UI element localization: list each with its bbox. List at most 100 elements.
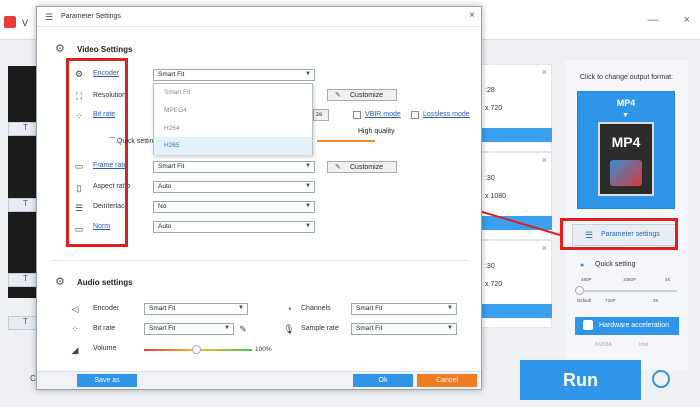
app-title-initial: V [22, 18, 29, 28]
speaker-icon: ◁ [71, 304, 79, 314]
microphone-icon: 🎙 [283, 324, 295, 334]
volume-label: Volume [93, 345, 117, 352]
run-button[interactable]: Run [520, 360, 641, 400]
intel-option[interactable]: Intel [639, 342, 648, 348]
card-duration: :28 [485, 87, 495, 94]
mp4-format-icon: MP4 [598, 122, 654, 196]
chevron-down-icon: ▼ [622, 112, 629, 119]
remove-card-icon[interactable]: × [542, 155, 547, 165]
alarm-clock-icon[interactable] [652, 370, 670, 388]
quick-setting-label: Quick setting [595, 261, 636, 268]
deinterlace-select[interactable]: No ▼ [153, 201, 315, 213]
card-duration: :30 [485, 175, 495, 182]
hardware-acceleration-label: Hardware acceleration [599, 322, 670, 329]
sample-rate-label: Sample rate [301, 325, 339, 332]
pencil-icon[interactable]: ✎ [237, 324, 249, 335]
output-format-title: Click to change output format: [580, 74, 673, 81]
subtitle-label[interactable]: T [8, 198, 38, 212]
format-name: MP4 [616, 98, 636, 108]
video-settings-icon: ⚙ [55, 43, 65, 55]
encoder-dropdown: Smart Fit MPEG4 H264 H265 [153, 83, 313, 155]
quick-setting-icon: ● [580, 262, 585, 269]
audio-bitrate-select[interactable]: Smart Fit ▼ [144, 323, 234, 335]
format-icon-label: MP4 [611, 134, 641, 150]
card-resolution: x 720 [485, 281, 503, 288]
resolution-select-partial[interactable]: ze [313, 109, 329, 121]
high-quality-label: High quality [358, 128, 395, 135]
dropdown-option[interactable]: MPEG4 [154, 102, 312, 120]
pencil-icon: ✎ [335, 92, 341, 99]
cancel-button[interactable]: Cancel [417, 374, 477, 387]
volume-handle[interactable] [192, 345, 201, 354]
highlight-box [560, 218, 678, 250]
close-window-button[interactable]: × [684, 14, 690, 26]
output-format-selector[interactable]: MP4 ▼ MP4 [577, 91, 675, 209]
norm-select[interactable]: Auto ▼ [153, 221, 315, 233]
window-controls: — × [626, 14, 691, 26]
hardware-acceleration-button[interactable]: Hardware acceleration [575, 317, 679, 335]
audio-encoder-select[interactable]: Smart Fit ▼ [144, 303, 248, 315]
chevron-down-icon: ▼ [305, 223, 311, 229]
remove-card-icon[interactable]: × [542, 243, 547, 253]
quick-setting-text: Quick setting [117, 138, 158, 145]
dropdown-option-selected[interactable]: H265 [154, 137, 312, 155]
encoder-select[interactable]: Smart Fit ▼ [153, 69, 315, 81]
card-progress-bar [478, 128, 552, 142]
customize-button[interactable]: ✎ Customize [327, 89, 397, 101]
audio-settings-icon: ⚙ [55, 276, 65, 288]
chevron-down-icon: ▼ [305, 203, 311, 209]
chevron-down-icon: ▼ [305, 163, 311, 169]
footer-char: C [30, 374, 36, 383]
customize-button[interactable]: ✎ Customize [327, 161, 397, 173]
close-icon[interactable]: × [469, 10, 475, 21]
aspect-ratio-select[interactable]: Auto ▼ [153, 181, 315, 193]
card-progress-bar [478, 304, 552, 318]
frame-rate-select[interactable]: Smart Fit ▼ [153, 161, 315, 173]
highlight-box [66, 58, 128, 247]
channels-label: Channels [301, 305, 331, 312]
quick-setting-handle[interactable] [575, 286, 584, 295]
audio-encoder-label: Encoder [93, 305, 120, 312]
sample-rate-select[interactable]: Smart Fit ▼ [351, 323, 457, 335]
video-thumbnail[interactable] [8, 66, 38, 150]
save-as-button[interactable]: Save as [77, 374, 137, 387]
card-resolution: x 720 [485, 105, 503, 112]
pencil-icon: ✎ [335, 164, 341, 171]
gpu-options: NVIDIA Intel [575, 342, 648, 348]
dropdown-option[interactable]: Smart Fit [154, 84, 312, 102]
subtitle-label[interactable]: T [8, 122, 38, 136]
chevron-down-icon: ▼ [305, 183, 311, 189]
film-reel-icon [610, 160, 642, 186]
quick-setting-connector [109, 137, 115, 138]
lossless-mode-checkbox[interactable] [411, 111, 419, 119]
dropdown-option[interactable]: H264 [154, 120, 312, 138]
subtitle-label[interactable]: T [8, 273, 38, 287]
section-divider [51, 260, 469, 261]
dialog-title-bar: ☰ Parameter Settings × [37, 7, 481, 27]
nvidia-option[interactable]: NVIDIA [595, 342, 611, 348]
channels-icon: ◔ [286, 304, 292, 314]
ok-button[interactable]: Ok [353, 374, 413, 387]
channels-select[interactable]: Smart Fit ▼ [351, 303, 457, 315]
dialog-title: Parameter Settings [61, 13, 121, 20]
remove-card-icon[interactable]: × [542, 67, 547, 77]
chevron-down-icon: ▼ [305, 71, 311, 77]
vbir-mode-label[interactable]: VBIR mode [365, 111, 401, 118]
chevron-down-icon: ▼ [238, 305, 244, 311]
subtitle-label[interactable]: T [8, 316, 38, 330]
chip-icon [583, 320, 593, 330]
audio-bitrate-label: Bit rate [93, 325, 116, 332]
chevron-down-icon: ▼ [447, 325, 453, 331]
minimize-button[interactable]: — [648, 14, 659, 26]
quality-slider[interactable] [317, 140, 375, 142]
card-duration: :30 [485, 263, 495, 270]
parameter-settings-dialog: ☰ Parameter Settings × ⚙ Video Settings … [36, 6, 482, 390]
quick-setting-slider[interactable] [577, 290, 677, 292]
vbir-mode-checkbox[interactable] [353, 111, 361, 119]
lossless-mode-label[interactable]: Lossless mode [423, 111, 470, 118]
dots-icon: ⁘ [71, 324, 79, 334]
app-logo-icon [4, 16, 16, 28]
video-settings-title: Video Settings [77, 45, 133, 54]
chevron-down-icon: ▼ [224, 325, 230, 331]
volume-percentage: 100% [255, 346, 272, 353]
